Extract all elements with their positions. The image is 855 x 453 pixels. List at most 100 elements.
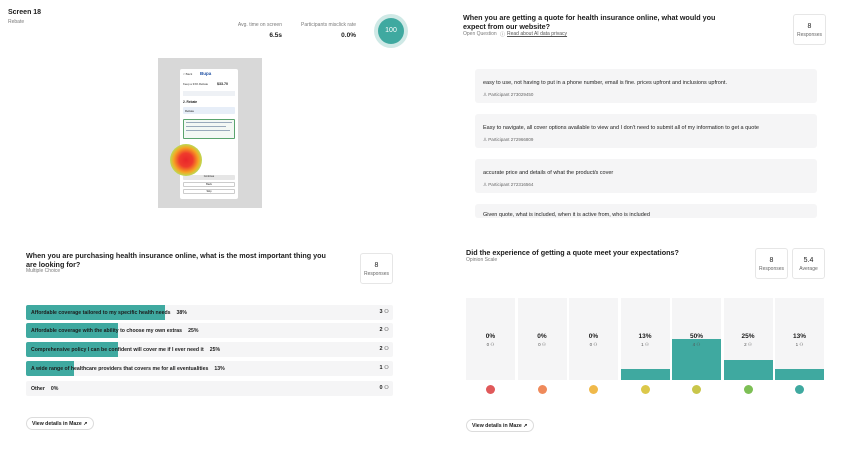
users-icon: ⚇ (643, 342, 649, 347)
q2-count: 8 (374, 262, 379, 269)
rating-face-icon (692, 385, 701, 394)
response-participant: ♙ Participant 273029450 (483, 92, 809, 98)
q3-title: Did the experience of getting a quote me… (466, 248, 679, 257)
choice-percent: 25% (188, 328, 199, 334)
scale-count: 1 ⚇ (775, 342, 824, 348)
scale-count: 4 ⚇ (672, 342, 721, 348)
choice-percent: 38% (176, 310, 187, 316)
misclick-label: Participants misclick rate (300, 22, 356, 28)
scale-column: 0% 0 ⚇ (569, 298, 618, 380)
button-label: View details in Maze (472, 423, 522, 429)
rating-face-icon (537, 385, 547, 394)
rating-face-icon (743, 385, 753, 394)
rating-face-icon (589, 385, 598, 394)
scale-column: 0% 0 ⚇ (466, 298, 515, 380)
participant-id: Participant 273029450 (488, 92, 534, 97)
scale-percent: 50% (689, 333, 703, 340)
choice-label: Other 0% (31, 386, 58, 392)
thumb-line (186, 126, 226, 127)
choice-percent: 13% (214, 366, 225, 372)
arrow-up-right-icon: ↗ (83, 421, 88, 427)
thumb-back: < Back (183, 72, 193, 76)
users-icon: ⚇ (382, 365, 389, 371)
response-card: easy to use, not having to put in a phon… (475, 69, 817, 103)
arrow-up-right-icon: ↗ (523, 423, 528, 429)
participant-id: Participant 272316564 (488, 182, 534, 187)
rating-face-icon (486, 385, 495, 394)
participant-id: Participant 272966809 (488, 137, 534, 142)
q2-type: Multiple Choice (26, 268, 61, 274)
avg-time-label: Avg. time on screen (237, 22, 282, 28)
q3-average-label: Average (799, 266, 818, 272)
scale-column: 13% 1 ⚇ (620, 298, 670, 380)
response-card: accurate price and details of what the p… (475, 159, 817, 193)
response-participant: ♙ Participant 272316564 (483, 182, 809, 188)
q3-count: 8 (769, 257, 774, 264)
thumb-line (186, 122, 232, 123)
misclick-value: 0.0% (341, 32, 356, 39)
choice-text: Affordable coverage with the ability to … (31, 328, 183, 334)
choice-row: Affordable coverage tailored to my speci… (26, 305, 393, 320)
thumb-btn-back: Back (183, 182, 235, 187)
scale-percent: 0% (588, 333, 599, 340)
q3-average: 5.4 (803, 257, 814, 264)
users-icon: ⚇ (540, 342, 546, 347)
choice-count: 0 ⚇ (379, 385, 389, 391)
thumb-btn-continue: Continue (183, 175, 235, 180)
scale-column: 50% 4 ⚇ (672, 298, 721, 380)
scale-count: 0 ⚇ (569, 342, 618, 348)
choice-count: 2 ⚇ (379, 327, 389, 333)
users-icon: ⚇ (382, 385, 389, 391)
bupa-logo: Bupa (200, 71, 212, 76)
users-icon: ⚇ (746, 342, 752, 347)
choice-label: Affordable coverage with the ability to … (31, 328, 198, 334)
users-icon: ⚇ (592, 342, 598, 347)
q3-count-label: Responses (758, 266, 784, 272)
scale-count: 0 ⚇ (466, 342, 515, 348)
choice-count: 3 ⚇ (379, 309, 389, 315)
response-card: Easy to navigate, all cover options avai… (475, 114, 817, 148)
q1-type: Open Question (463, 31, 497, 37)
scale-percent: 25% (741, 333, 755, 340)
users-icon: ⚇ (382, 346, 389, 352)
rating-face-icon (640, 385, 650, 394)
scale-percent: 0% (537, 333, 547, 340)
choice-row: A wide range of healthcare providers tha… (26, 361, 393, 376)
scale-bar-fill (723, 359, 773, 380)
choice-row: Comprehensive policy I can be confident … (26, 342, 393, 357)
q3-view-details-button[interactable]: View details in Maze ↗ (466, 419, 534, 432)
screen-thumbnail[interactable]: < Back Bupa Keep a 33% Rebate $33.70 2. … (158, 58, 262, 208)
thumb-option: Rebate (183, 107, 235, 114)
response-card: Given quote, what is included, when it i… (475, 204, 817, 218)
q2-view-details-button[interactable]: View details in Maze ↗ (26, 417, 94, 430)
phone-screen: < Back Bupa Keep a 33% Rebate $33.70 2. … (180, 69, 238, 199)
privacy-link[interactable]: Read about AI data privacy (507, 31, 567, 37)
users-icon: ⚇ (798, 342, 804, 347)
thumb-btn-skip: Skip (183, 189, 235, 194)
choice-text: Comprehensive policy I can be confident … (31, 347, 204, 353)
score-value: 100 (378, 18, 404, 44)
thumb-steps (183, 91, 235, 96)
q3-type: Opinion Scale (466, 257, 498, 263)
thumb-line (186, 130, 230, 131)
users-icon: ⚇ (695, 342, 701, 347)
response-participant: ♙ Participant 272966809 (483, 137, 809, 143)
choice-row: Affordable coverage with the ability to … (26, 323, 393, 338)
response-text: easy to use, not having to put in a phon… (483, 80, 727, 86)
choice-row: Other 0% 0 ⚇ (26, 381, 393, 396)
users-icon: ⚇ (382, 327, 389, 333)
q2-count-label: Responses (363, 271, 389, 277)
thumb-text: Keep a 33% Rebate (183, 82, 209, 86)
scale-percent: 0% (485, 333, 496, 340)
users-icon: ⚇ (489, 342, 495, 347)
privacy-info-icon: ⓘ (500, 32, 506, 38)
choice-label: Affordable coverage tailored to my speci… (31, 310, 187, 316)
scale-count: 0 ⚇ (518, 342, 567, 348)
q1-responses-box: 8 Responses (793, 14, 826, 45)
choice-text: Other (31, 386, 45, 392)
scale-percent: 13% (638, 333, 652, 340)
response-text: Given quote, what is included, when it i… (483, 212, 650, 218)
q2-responses-box: 8 Responses (360, 253, 393, 284)
users-icon: ⚇ (382, 309, 389, 315)
scale-column: 13% 1 ⚇ (775, 298, 824, 380)
